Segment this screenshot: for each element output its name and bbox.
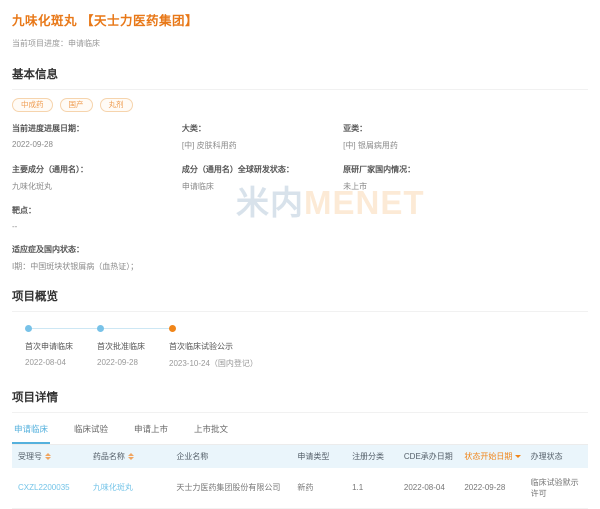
column-header-label: 药品名称 [93, 451, 125, 462]
column-header-registration-class: 注册分类 [346, 445, 398, 468]
current-progress-label: 当前项目进度： [12, 39, 68, 48]
field-label: 大类： [182, 123, 343, 134]
table-header-row: 受理号 药品名称 企业名称 申请类型 注册分类 CDE承办日期 状态开始日期 [12, 445, 588, 468]
column-header-label: 受理号 [18, 451, 42, 462]
field-label: 成分（通用名）全球研发状态： [182, 164, 343, 175]
field-major-class: 大类： [中] 皮肤科用药 [182, 123, 343, 151]
field-originator-status: 原研厂家国内情况： 未上市 [343, 164, 588, 192]
column-header-label: 申请类型 [297, 451, 329, 462]
milestone-first-clinical-application: 首次申请临床 2022-08-04 [25, 325, 73, 367]
timeline-dot-icon [97, 325, 104, 332]
field-value: -- [12, 222, 588, 231]
field-main-ingredient: 主要成分（通用名）： 九味化斑丸 [12, 164, 182, 192]
field-label: 适应症及国内状态： [12, 244, 588, 255]
basic-info-heading: 基本信息 [12, 66, 588, 90]
field-value: [中] 皮肤科用药 [182, 140, 343, 151]
basic-info-grid: 当前进度进展日期： 2022-09-28 大类： [中] 皮肤科用药 亚类： [… [12, 123, 588, 192]
column-header-label: 状态开始日期 [464, 451, 512, 462]
column-header-label: CDE承办日期 [404, 451, 453, 462]
table-body: CXZL2200035 九味化斑丸 天士力医药集团股份有限公司 新药 1.1 2… [12, 468, 588, 509]
drug-attribute-tags: 中成药 国产 丸剂 [12, 98, 588, 112]
column-header-cde-date: CDE承办日期 [398, 445, 458, 468]
cde-date-cell: 2022-08-04 [398, 474, 458, 501]
column-header-acceptance-no[interactable]: 受理号 [12, 445, 87, 468]
sort-icon [128, 453, 134, 460]
tab-clinical-application[interactable]: 申请临床 [12, 416, 50, 444]
sort-icon [45, 453, 51, 460]
field-target: 靶点： -- [12, 205, 588, 231]
details-tabs: 申请临床 临床试验 申请上市 上市批文 [12, 416, 588, 445]
field-label: 靶点： [12, 205, 588, 216]
tab-market-approval[interactable]: 上市批文 [192, 416, 230, 444]
milestone-label: 首次申请临床 [25, 341, 73, 352]
column-header-label: 企业名称 [176, 451, 208, 462]
tab-market-application[interactable]: 申请上市 [132, 416, 170, 444]
field-value: 九味化斑丸 [12, 181, 182, 192]
sort-desc-icon [515, 455, 521, 458]
field-label: 当前进度进展日期： [12, 123, 182, 134]
column-header-drug-name[interactable]: 药品名称 [87, 445, 171, 468]
field-value: [中] 银屑病用药 [343, 140, 588, 151]
project-overview-heading: 项目概览 [12, 288, 588, 312]
column-header-application-type: 申请类型 [291, 445, 346, 468]
milestone-first-trial-publicity: 首次临床试验公示 2023-10-24（国内登记） [169, 325, 258, 369]
page-title: 九味化斑丸 【天士力医药集团】 [12, 10, 588, 29]
milestone-label: 首次临床试验公示 [169, 341, 258, 352]
field-value: 申请临床 [182, 181, 343, 192]
drug-name-link[interactable]: 九味化斑丸 [87, 473, 171, 502]
field-indication-status: 适应症及国内状态： I期：中国斑块状银屑病（血热证）； [12, 244, 588, 272]
field-sub-class: 亚类： [中] 银屑病用药 [343, 123, 588, 151]
milestone-date: 2022-08-04 [25, 358, 73, 367]
milestone-timeline: 首次申请临床 2022-08-04 首次批准临床 2022-09-28 首次临床… [12, 325, 588, 375]
field-progress-date: 当前进度进展日期： 2022-09-28 [12, 123, 182, 151]
handling-status-cell: 临床试验默示许可 [525, 468, 588, 508]
tag-drug-category: 中成药 [12, 98, 53, 112]
table-row: CXZL2200035 九味化斑丸 天士力医药集团股份有限公司 新药 1.1 2… [12, 468, 588, 509]
project-details-heading: 项目详情 [12, 389, 588, 413]
applications-table: 受理号 药品名称 企业名称 申请类型 注册分类 CDE承办日期 状态开始日期 [12, 445, 588, 509]
milestone-first-clinical-approval: 首次批准临床 2022-09-28 [97, 325, 145, 367]
column-header-handling-status: 办理状态 [525, 445, 588, 468]
field-label: 主要成分（通用名）： [12, 164, 182, 175]
acceptance-no-link[interactable]: CXZL2200035 [12, 474, 87, 501]
field-label: 亚类： [343, 123, 588, 134]
drug-project-page: 九味化斑丸 【天士力医药集团】 当前项目进度：申请临床 基本信息 中成药 国产 … [0, 0, 600, 509]
field-value: I期：中国斑块状银屑病（血热证）； [12, 261, 588, 272]
column-header-label: 注册分类 [352, 451, 384, 462]
company-name-cell: 天士力医药集团股份有限公司 [170, 473, 291, 502]
milestone-date: 2022-09-28 [97, 358, 145, 367]
tag-origin: 国产 [60, 98, 93, 112]
application-type-cell: 新药 [291, 473, 346, 502]
current-progress-value: 申请临床 [68, 39, 100, 48]
tab-clinical-trial[interactable]: 临床试验 [72, 416, 110, 444]
column-header-label: 办理状态 [531, 451, 563, 462]
field-label: 原研厂家国内情况： [343, 164, 588, 175]
column-header-company-name: 企业名称 [170, 445, 291, 468]
milestone-label: 首次批准临床 [97, 341, 145, 352]
current-progress: 当前项目进度：申请临床 [12, 38, 588, 49]
field-global-status: 成分（通用名）全球研发状态： 申请临床 [182, 164, 343, 192]
registration-class-cell: 1.1 [346, 474, 398, 501]
timeline-dot-icon [169, 325, 176, 332]
field-value: 2022-09-28 [12, 140, 182, 149]
timeline-dot-icon [25, 325, 32, 332]
milestone-date: 2023-10-24（国内登记） [169, 358, 258, 369]
status-start-date-cell: 2022-09-28 [458, 474, 524, 501]
tag-dosage-form: 丸剂 [100, 98, 133, 112]
column-header-status-start-date[interactable]: 状态开始日期 [458, 445, 524, 468]
field-value: 未上市 [343, 181, 588, 192]
